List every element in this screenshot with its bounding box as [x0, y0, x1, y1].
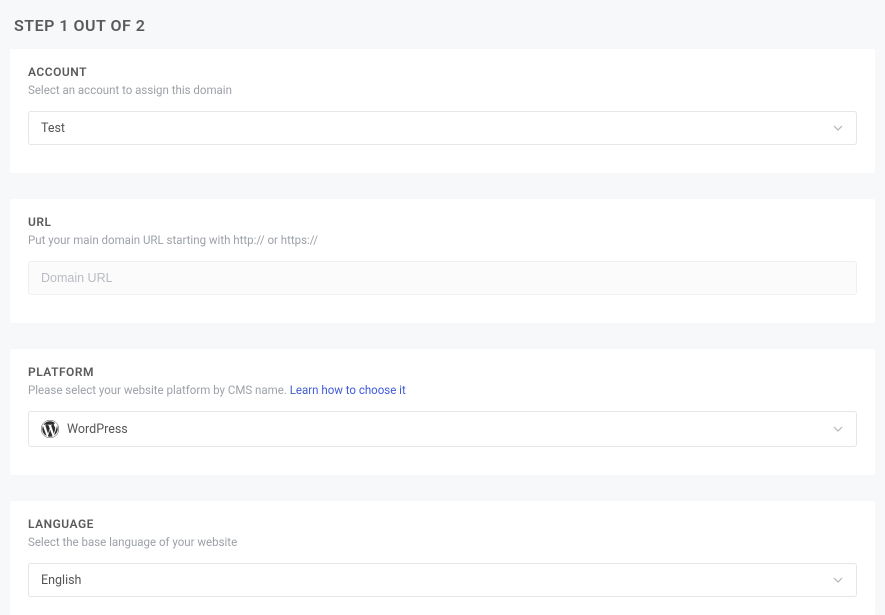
chevron-down-icon	[832, 423, 844, 435]
account-select[interactable]: Test	[28, 111, 857, 145]
wordpress-icon	[41, 420, 59, 438]
language-select[interactable]: English	[28, 563, 857, 597]
url-input[interactable]	[28, 261, 857, 295]
platform-select-value: WordPress	[67, 422, 832, 437]
platform-subtitle: Please select your website platform by C…	[28, 383, 857, 397]
platform-section: PLATFORM Please select your website plat…	[10, 349, 875, 475]
step-title: STEP 1 OUT OF 2	[10, 10, 875, 49]
url-title: URL	[28, 215, 857, 229]
account-title: ACCOUNT	[28, 65, 857, 79]
language-subtitle: Select the base language of your website	[28, 535, 857, 549]
platform-select[interactable]: WordPress	[28, 411, 857, 447]
url-subtitle: Put your main domain URL starting with h…	[28, 233, 857, 247]
account-subtitle: Select an account to assign this domain	[28, 83, 857, 97]
platform-title: PLATFORM	[28, 365, 857, 379]
account-select-value: Test	[41, 121, 832, 136]
language-title: LANGUAGE	[28, 517, 857, 531]
account-section: ACCOUNT Select an account to assign this…	[10, 49, 875, 173]
language-select-value: English	[41, 573, 832, 588]
platform-subtitle-text: Please select your website platform by C…	[28, 383, 290, 397]
language-section: LANGUAGE Select the base language of you…	[10, 501, 875, 615]
url-section: URL Put your main domain URL starting wi…	[10, 199, 875, 323]
learn-link[interactable]: Learn how to choose it	[290, 383, 406, 397]
chevron-down-icon	[832, 122, 844, 134]
chevron-down-icon	[832, 574, 844, 586]
